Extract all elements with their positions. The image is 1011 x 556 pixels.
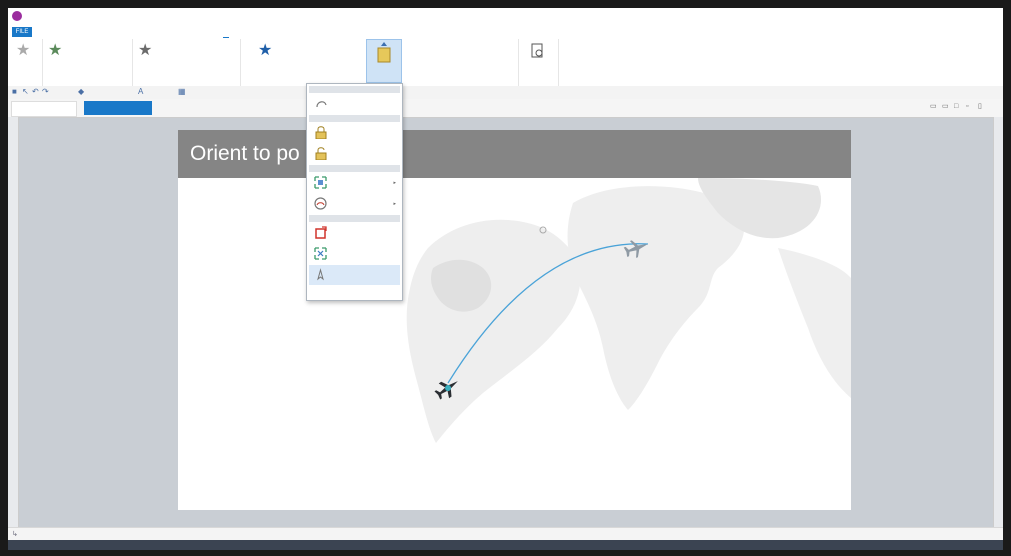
east-landmass — [778, 248, 851, 398]
dropdown-item-3[interactable] — [309, 144, 400, 164]
unlock-icon — [315, 147, 327, 160]
cursor-icon[interactable]: ↖ — [22, 88, 29, 96]
dropdown-item-4[interactable]: ▸ — [309, 173, 400, 193]
dropdown-item-7[interactable] — [309, 244, 400, 264]
dropdown-header — [309, 165, 400, 172]
dropdown-header — [309, 115, 400, 122]
tab-2[interactable] — [66, 27, 72, 37]
undo-icon[interactable]: ↶ — [32, 88, 39, 96]
layout-title[interactable]: Orient to po — [190, 142, 300, 166]
orientation-dropdown-menu: ▸ ▸ — [306, 83, 403, 301]
tab-active[interactable] — [223, 27, 229, 38]
view-icon-5[interactable]: ▯ — [978, 103, 985, 111]
rotate-icon — [316, 101, 327, 108]
app-window: FILE ★ ★ ★ ★ ■ ↖ ↶ ↷ ◆ A ▦ ▭ ▭ □ ▫ ▯ Ori… — [8, 8, 1003, 540]
direction-icon — [314, 176, 327, 189]
layout-page: Orient to po — [178, 130, 851, 510]
blue-star-icon[interactable]: ★ — [258, 43, 272, 59]
world-map — [406, 178, 851, 443]
status-bar: ↳ — [8, 527, 1003, 540]
bottom-status-strip — [8, 540, 1003, 550]
dropdown-item-1[interactable] — [309, 94, 400, 114]
tab-layout-view[interactable] — [84, 101, 152, 115]
title-bar — [8, 8, 1003, 26]
tab-7[interactable] — [268, 27, 274, 37]
lock-icon — [315, 126, 327, 139]
view-icon-1[interactable]: ▭ — [930, 103, 937, 111]
tab-8[interactable] — [293, 27, 299, 37]
quick-access-toolbar: ■ ↖ ↶ ↷ ◆ A ▦ — [8, 86, 1003, 100]
rotate-icon[interactable] — [530, 42, 546, 60]
left-side-panel[interactable] — [8, 117, 19, 527]
save-icon[interactable]: ■ — [12, 88, 19, 96]
tab-1[interactable] — [40, 27, 46, 37]
view-icon-3[interactable]: □ — [954, 103, 961, 111]
orientation-tool-icon — [377, 42, 391, 63]
ribbon-group-1: ★ — [8, 39, 43, 86]
speed-icon — [314, 197, 327, 210]
reset-position-icon — [314, 247, 327, 260]
tab-file[interactable]: FILE — [12, 27, 32, 37]
tool-icon[interactable]: ◆ — [78, 88, 85, 96]
tab-5[interactable] — [158, 27, 164, 37]
ribbon-group-size — [402, 39, 519, 86]
dropdown-header — [309, 215, 400, 222]
south-america-landmass — [406, 219, 581, 443]
dropdown-item-8[interactable] — [309, 265, 400, 285]
view-tab-strip: ▭ ▭ □ ▫ ▯ — [8, 99, 1003, 118]
green-star-icon[interactable]: ★ — [48, 43, 62, 59]
view-icon-2[interactable]: ▭ — [942, 103, 949, 111]
dropdown-header — [309, 86, 400, 93]
right-side-panel[interactable] — [993, 117, 1003, 527]
title-banner: Orient to po — [178, 130, 851, 178]
orient-path-icon — [317, 268, 324, 281]
dark-star-icon[interactable]: ★ — [138, 43, 152, 59]
reset-rotation-icon — [315, 226, 327, 239]
view-icon-4[interactable]: ▫ — [966, 103, 973, 111]
africa-landmass — [567, 186, 745, 410]
dropdown-item-6[interactable] — [309, 223, 400, 243]
dropdown-item-2[interactable] — [309, 123, 400, 143]
text-icon[interactable]: A — [138, 88, 145, 96]
app-logo-icon — [12, 11, 22, 21]
submenu-arrow-icon: ▸ — [393, 201, 396, 207]
ribbon-group-4: ★ — [240, 39, 367, 86]
orientation-tool-button[interactable] — [366, 39, 402, 83]
ribbon-group-rotate — [518, 39, 559, 86]
tab-contents-view[interactable] — [11, 101, 77, 117]
ribbon-group-3: ★ — [132, 39, 241, 86]
status-icon: ↳ — [12, 531, 18, 538]
dropdown-item-5[interactable]: ▸ — [309, 194, 400, 214]
ribbon: ★ ★ ★ ★ — [8, 39, 1003, 87]
redo-icon[interactable]: ↷ — [42, 88, 49, 96]
grid-icon[interactable]: ▦ — [178, 88, 186, 96]
ribbon-tab-row: FILE — [8, 25, 1003, 39]
tab-3[interactable] — [92, 27, 98, 37]
gray-star-icon[interactable]: ★ — [16, 43, 30, 59]
submenu-arrow-icon: ▸ — [393, 180, 396, 186]
ribbon-group-2: ★ — [42, 39, 133, 86]
tab-4[interactable] — [118, 27, 124, 37]
